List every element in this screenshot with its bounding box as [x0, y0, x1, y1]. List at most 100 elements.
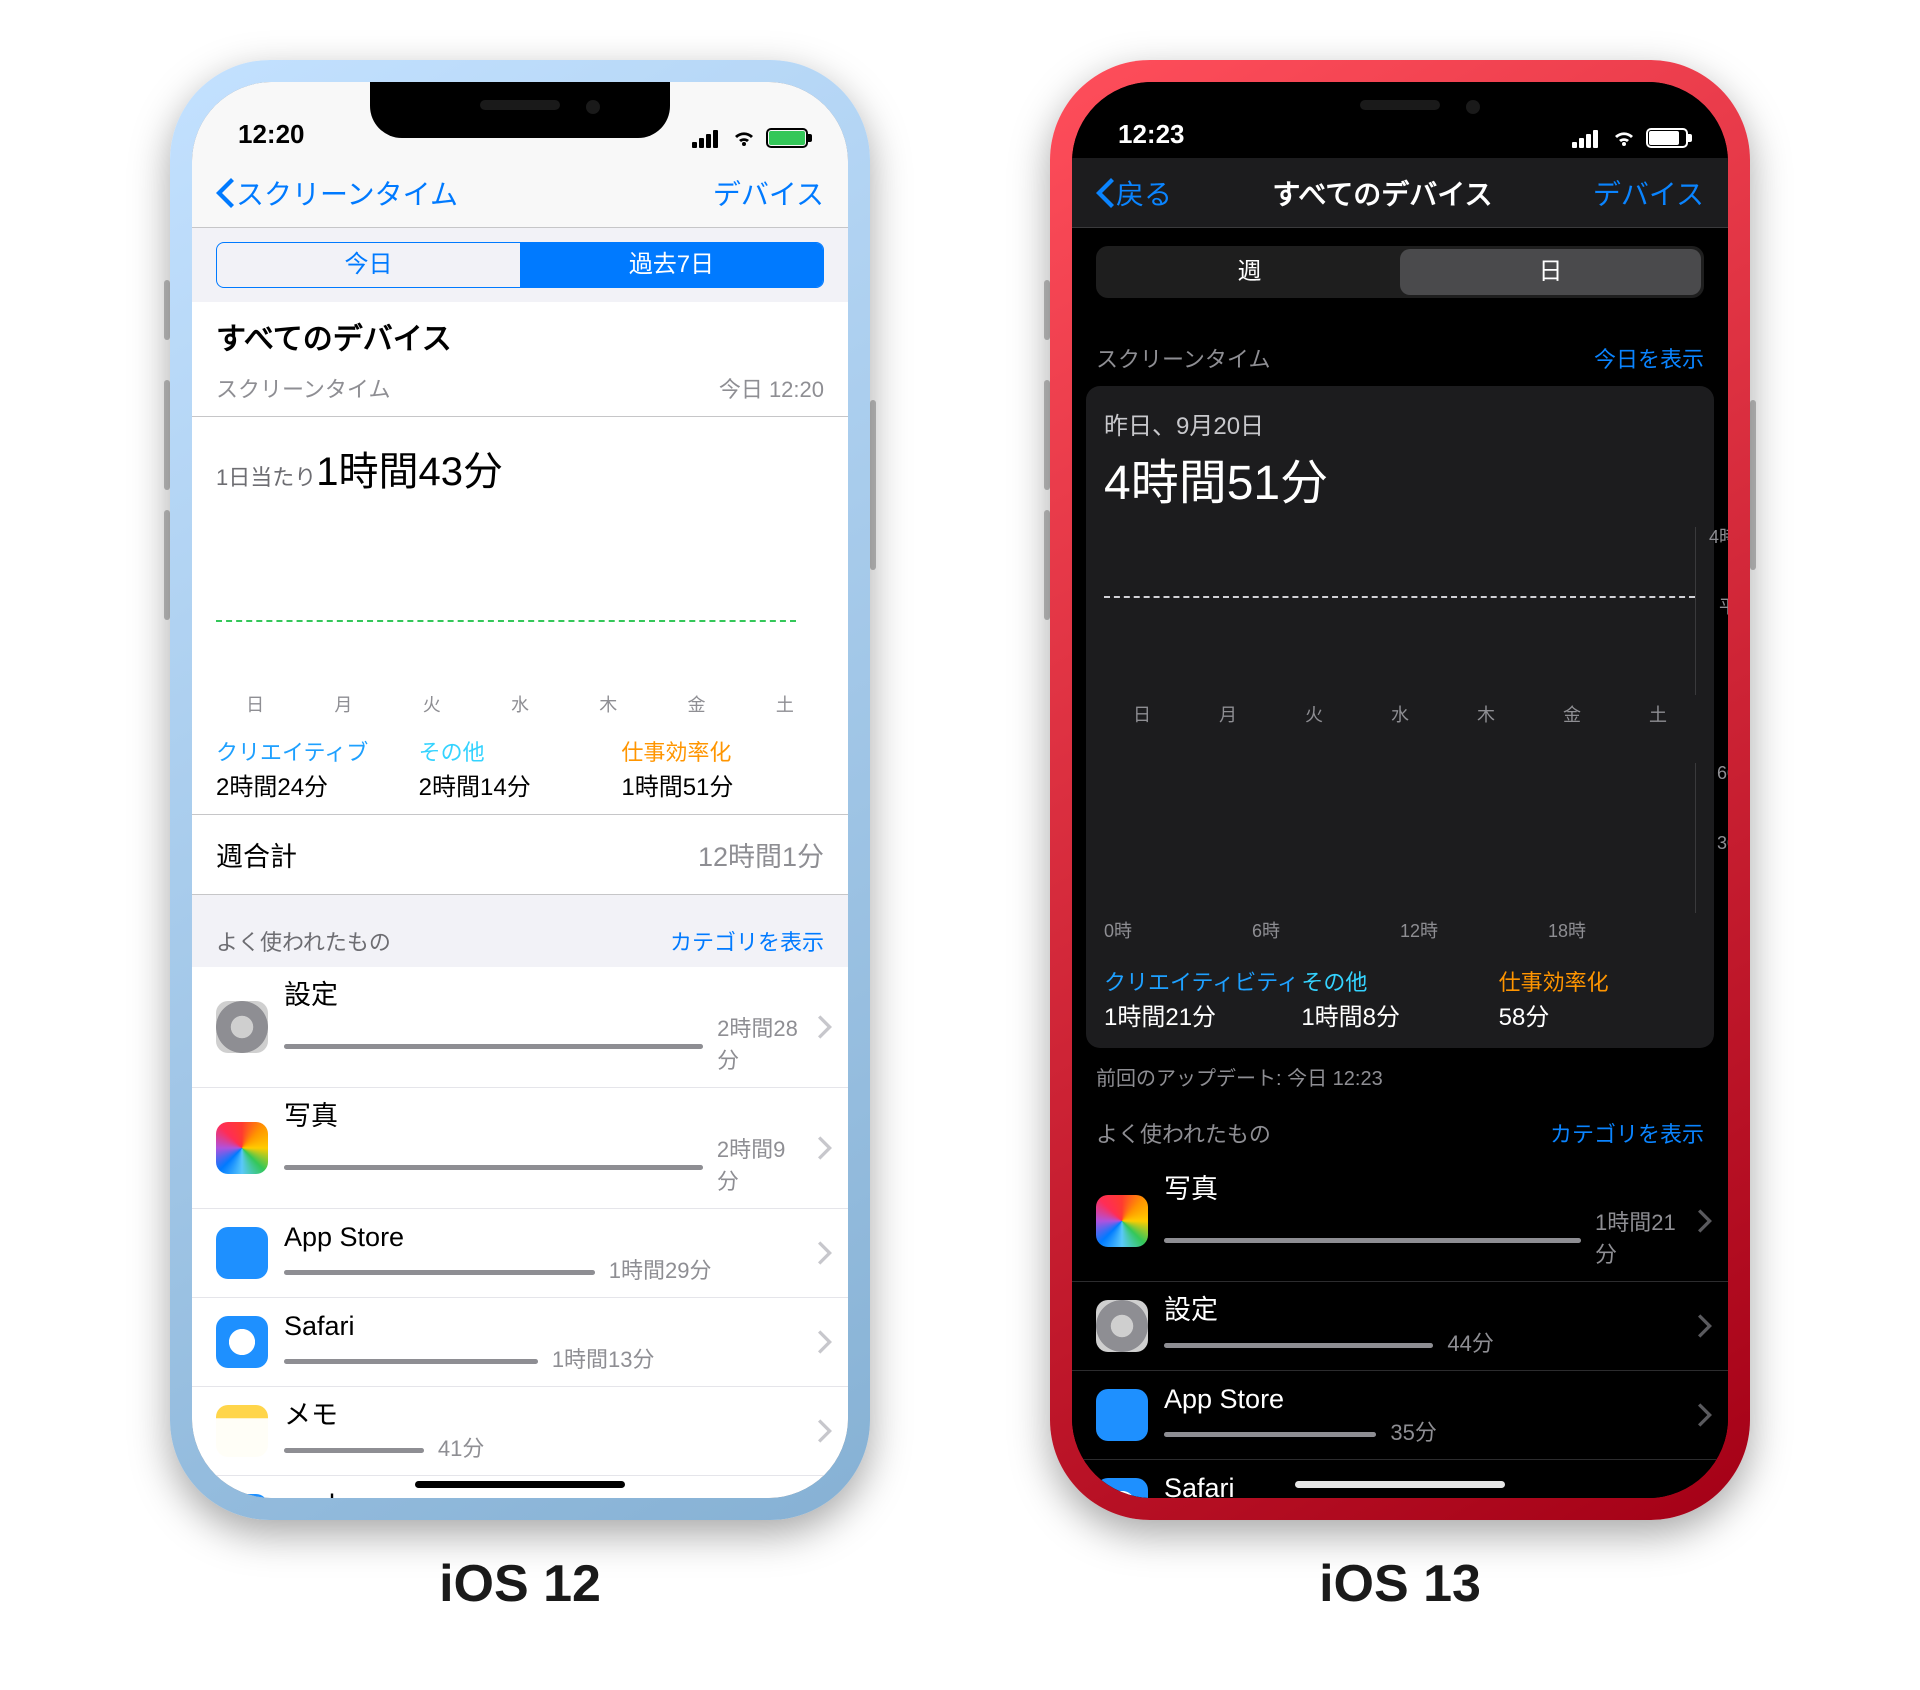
week-total-row[interactable]: 週合計 12時間1分	[192, 815, 848, 895]
app-row[interactable]: 写真 1時間21分	[1072, 1161, 1728, 1282]
daily-card: 昨日、9月20日 4時間51分 4時間 平均 0 日月火水木金土	[1086, 386, 1714, 1048]
seg-today[interactable]: 今日	[217, 243, 520, 287]
sub-label: スクリーンタイム	[216, 372, 390, 404]
weekly-card: 1日当たり1時間43分 日月火水木金土 クリエイティブ2時間24分その他2時間1…	[192, 417, 848, 815]
back-button[interactable]: スクリーンタイム	[216, 173, 458, 213]
chevron-right-icon	[818, 1136, 832, 1160]
legend-label: クリエイティブ	[216, 735, 419, 767]
app-time: 1時間29分	[609, 1253, 712, 1285]
chevron-right-icon	[1698, 1403, 1712, 1427]
legend-label: 仕事効率化	[1499, 965, 1696, 997]
wifi-icon	[732, 126, 756, 150]
app-name: 設定	[284, 979, 802, 1011]
legend-value: 58分	[1499, 997, 1696, 1032]
app-name: Safari	[284, 1310, 802, 1342]
y-axis-4h: 4時間	[1709, 523, 1728, 549]
app-row[interactable]: App Store 1時間29分	[192, 1209, 848, 1298]
app-icon	[216, 1316, 268, 1368]
legend-value: 1時間8分	[1301, 997, 1498, 1032]
caption-ios13: iOS 13	[1319, 1554, 1481, 1614]
app-row[interactable]: Safari 32分	[1072, 1460, 1728, 1498]
chevron-right-icon	[818, 1330, 832, 1354]
most-used-header: よく使われたもの	[216, 925, 391, 957]
chevron-left-icon	[1096, 178, 1114, 208]
app-row[interactable]: Safari 1時間13分	[192, 1298, 848, 1387]
app-row[interactable]: App Store 35分	[1072, 1371, 1728, 1460]
home-indicator[interactable]	[415, 1481, 625, 1488]
home-indicator[interactable]	[1295, 1481, 1505, 1488]
battery-icon	[1646, 128, 1688, 148]
notch	[1250, 82, 1550, 138]
nav-title: すべてのデバイス	[1272, 173, 1492, 213]
app-time: 2時間9分	[717, 1132, 802, 1196]
chevron-right-icon	[818, 1015, 832, 1039]
chevron-right-icon	[1698, 1314, 1712, 1338]
weekly-chart: 4時間 平均 0	[1104, 527, 1696, 695]
show-today-button[interactable]: 今日を表示	[1594, 342, 1704, 374]
app-row[interactable]: 設定 2時間28分	[192, 967, 848, 1088]
app-icon	[1096, 1300, 1148, 1352]
back-label: スクリーンタイム	[236, 173, 458, 213]
app-icon	[1096, 1478, 1148, 1498]
app-row[interactable]: 写真 2時間9分	[192, 1088, 848, 1209]
legend-value: 1時間21分	[1104, 997, 1301, 1032]
cellular-icon	[1572, 128, 1602, 148]
chevron-right-icon	[818, 1241, 832, 1265]
chevron-right-icon	[818, 1419, 832, 1443]
legend-label: その他	[419, 735, 622, 767]
seg-week[interactable]: 週	[1099, 249, 1400, 295]
app-icon	[216, 1001, 268, 1053]
app-time: 44分	[1447, 1326, 1493, 1358]
week-total-value: 12時間1分	[698, 835, 824, 874]
hourly-chart: 60分 30分	[1104, 763, 1696, 913]
chevron-right-icon	[1698, 1209, 1712, 1233]
segmented-control[interactable]: 週 日	[1096, 246, 1704, 298]
app-name: apple.com	[284, 1488, 802, 1498]
avg-prefix: 1日当たり	[216, 465, 316, 490]
y-axis-30: 30分	[1717, 829, 1728, 855]
date-label: 昨日、9月20日	[1104, 406, 1696, 441]
nav-bar: スクリーンタイム デバイス	[192, 158, 848, 228]
app-time: 1時間21分	[1595, 1205, 1682, 1269]
segmented-control[interactable]: 今日 過去7日	[216, 242, 824, 288]
app-time: 41分	[438, 1431, 484, 1463]
last-update: 前回のアップデート: 今日 12:23	[1072, 1048, 1728, 1091]
seg-week[interactable]: 過去7日	[520, 243, 823, 287]
back-button[interactable]: 戻る	[1096, 173, 1172, 213]
battery-icon	[766, 128, 808, 148]
legend-label: その他	[1301, 965, 1498, 997]
chevron-right-icon	[1698, 1492, 1712, 1498]
phone-ios13: 12:23 戻る すべてのデバイス デバイス	[1050, 60, 1750, 1520]
screentime-header: スクリーンタイム	[1096, 342, 1270, 374]
devices-button[interactable]: デバイス	[713, 173, 824, 213]
legend-value: 1時間51分	[621, 767, 824, 802]
app-icon	[216, 1122, 268, 1174]
app-row[interactable]: メモ 41分	[192, 1387, 848, 1476]
legend-value: 2時間14分	[419, 767, 622, 802]
avg-value: 1時間43分	[316, 450, 503, 494]
y-axis-avg: 平均	[1719, 593, 1728, 619]
show-categories-button[interactable]: カテゴリを表示	[670, 925, 824, 957]
week-total-label: 週合計	[216, 835, 297, 874]
app-time: 2時間28分	[717, 1011, 802, 1075]
devices-button[interactable]: デバイス	[1593, 173, 1704, 213]
clock: 12:23	[1118, 119, 1185, 150]
app-time: 35分	[1390, 1415, 1436, 1447]
app-icon	[216, 1405, 268, 1457]
back-label: 戻る	[1116, 173, 1172, 213]
chevron-left-icon	[216, 178, 234, 208]
clock: 12:20	[238, 119, 305, 150]
phone-ios12: 12:20 スクリーンタイム デバイス	[170, 60, 870, 1520]
y-axis-60: 60分	[1717, 759, 1728, 785]
cellular-icon	[692, 128, 722, 148]
app-row[interactable]: 設定 44分	[1072, 1282, 1728, 1371]
app-time: 1時間13分	[552, 1342, 655, 1374]
seg-day[interactable]: 日	[1400, 249, 1701, 295]
app-name: 写真	[284, 1100, 802, 1132]
nav-bar: 戻る すべてのデバイス デバイス	[1072, 158, 1728, 228]
app-name: App Store	[1164, 1383, 1682, 1415]
app-icon	[1096, 1389, 1148, 1441]
show-categories-button[interactable]: カテゴリを表示	[1550, 1117, 1704, 1149]
most-used-header: よく使われたもの	[1096, 1117, 1271, 1149]
app-name: メモ	[284, 1399, 802, 1431]
